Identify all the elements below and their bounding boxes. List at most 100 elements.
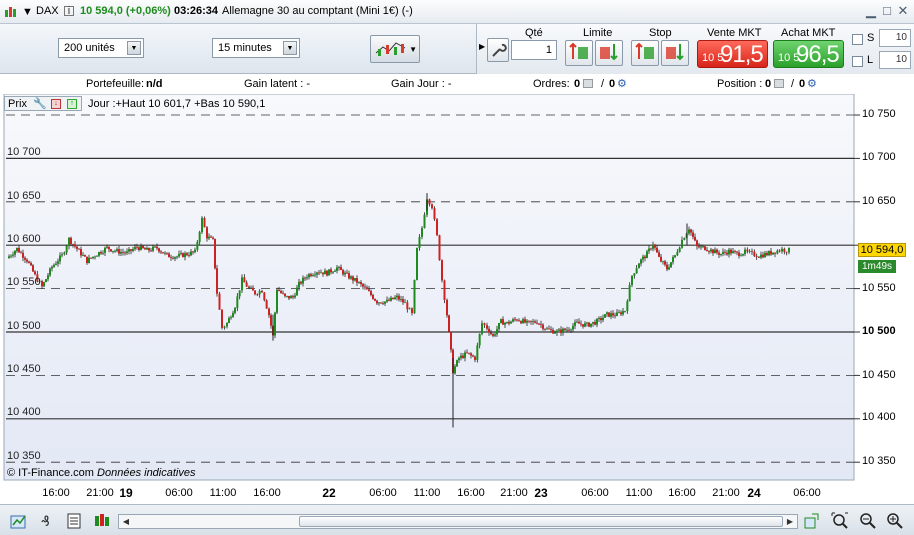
candle xyxy=(472,355,474,357)
x-time-label: 16:00 xyxy=(668,487,696,499)
candle xyxy=(592,321,594,324)
chart-tools: Prix 🔧 ↓ ↑ xyxy=(4,96,82,111)
sell-market-button[interactable]: 10 5 91,5 xyxy=(697,40,768,68)
x-day-label: 24 xyxy=(747,486,761,500)
candle xyxy=(356,278,358,283)
candle xyxy=(132,249,134,251)
candle xyxy=(210,236,212,238)
chart-tool-icon[interactable] xyxy=(10,512,28,530)
zoom-in-icon[interactable] xyxy=(886,512,904,530)
candle xyxy=(580,323,582,325)
symbol-dropdown-icon[interactable]: ▼ xyxy=(22,6,33,18)
candle xyxy=(576,321,578,323)
wrench-icon[interactable]: 🔧 xyxy=(33,97,47,110)
candle xyxy=(388,299,390,301)
candle xyxy=(232,312,234,318)
y-left-label: 10 650 xyxy=(7,190,41,202)
x-time-label: 21:00 xyxy=(712,487,740,499)
position-separator: / xyxy=(791,78,795,90)
position-list-icon[interactable] xyxy=(774,79,784,88)
candle xyxy=(61,254,63,256)
chart-type-button[interactable]: ▼ xyxy=(370,35,420,63)
candle xyxy=(314,274,316,276)
candle xyxy=(320,272,322,274)
candle xyxy=(294,295,296,298)
candle xyxy=(768,251,770,256)
orders-label: Ordres: xyxy=(533,78,570,90)
candle xyxy=(710,249,712,252)
crosshair-dollar-icon[interactable]: ₰ xyxy=(37,512,55,530)
candle xyxy=(53,264,55,267)
orders-gear-icon[interactable]: ⚙ xyxy=(617,77,627,90)
candle xyxy=(772,252,774,255)
horizontal-scrollbar[interactable]: ◀ ▶ xyxy=(118,514,798,529)
price-indicator-label[interactable]: Prix xyxy=(8,98,27,110)
candle xyxy=(214,238,216,269)
chevron-down-icon[interactable]: ▼ xyxy=(283,41,297,55)
candle xyxy=(90,257,92,259)
scroll-left-icon[interactable]: ◀ xyxy=(120,516,132,527)
limit-distance-input[interactable]: 10 xyxy=(879,51,911,69)
x-time-label: 11:00 xyxy=(413,487,441,499)
zoom-out-icon[interactable] xyxy=(859,512,877,530)
limit-buy-button[interactable] xyxy=(595,40,623,66)
candle xyxy=(203,217,206,228)
position-gear-icon[interactable]: ⚙ xyxy=(807,77,817,90)
candle xyxy=(742,254,744,256)
candle xyxy=(174,257,176,259)
candle xyxy=(582,324,584,327)
symbol-name[interactable]: DAX xyxy=(36,5,59,17)
zoom-fit-icon[interactable] xyxy=(831,512,849,530)
stop-buy-button[interactable] xyxy=(661,40,689,66)
candle xyxy=(128,249,130,252)
limit-sell-button[interactable] xyxy=(565,40,593,66)
candle xyxy=(144,248,146,250)
price-chart[interactable] xyxy=(0,94,914,482)
candle xyxy=(520,321,522,324)
candle xyxy=(734,251,736,252)
stop-checkbox[interactable] xyxy=(852,34,863,45)
close-icon[interactable]: ✕ xyxy=(896,4,910,18)
candle xyxy=(366,287,368,290)
candle xyxy=(446,299,448,316)
units-select[interactable]: 200 unités ▼ xyxy=(58,38,144,58)
candle xyxy=(688,229,690,234)
limit-checkbox[interactable] xyxy=(852,56,863,67)
buy-market-button[interactable]: 10 5 96,5 xyxy=(773,40,844,68)
settings-button[interactable] xyxy=(487,38,509,62)
candle xyxy=(590,323,592,327)
candle xyxy=(474,356,476,360)
export-chart-icon[interactable] xyxy=(803,512,821,530)
interval-select[interactable]: 15 minutes ▼ xyxy=(212,38,300,58)
candle xyxy=(753,251,756,257)
scroll-right-icon[interactable]: ▶ xyxy=(784,516,796,527)
maximize-icon[interactable]: □ xyxy=(880,4,894,18)
candle xyxy=(572,325,574,330)
candle xyxy=(100,252,102,254)
candle xyxy=(392,297,394,300)
candle xyxy=(63,252,66,255)
candle xyxy=(448,315,450,332)
document-icon[interactable] xyxy=(65,512,83,530)
chevron-down-icon[interactable]: ▼ xyxy=(127,41,141,55)
candle xyxy=(433,208,436,220)
stop-distance-input[interactable]: 10 xyxy=(879,29,911,47)
candle xyxy=(638,263,640,269)
candle xyxy=(483,323,486,326)
chevron-down-icon[interactable]: ▼ xyxy=(409,45,417,54)
scroll-thumb[interactable] xyxy=(299,516,783,527)
panel-arrow-icon[interactable]: ▶ xyxy=(479,42,485,51)
sell-price: 91,5 xyxy=(720,41,764,68)
candle xyxy=(510,321,512,324)
candles-icon[interactable] xyxy=(93,512,111,530)
qty-input[interactable]: 1 xyxy=(511,40,557,60)
candle xyxy=(274,312,276,336)
orders-list-icon[interactable] xyxy=(583,79,593,88)
info-icon[interactable]: i xyxy=(64,6,74,17)
stop-sell-button[interactable] xyxy=(631,40,659,66)
add-indicator-icon[interactable]: ↑ xyxy=(67,99,77,109)
remove-indicator-icon[interactable]: ↓ xyxy=(51,99,61,109)
candle xyxy=(574,322,576,326)
candle xyxy=(316,272,318,275)
minimize-icon[interactable]: ▁ xyxy=(864,4,878,18)
